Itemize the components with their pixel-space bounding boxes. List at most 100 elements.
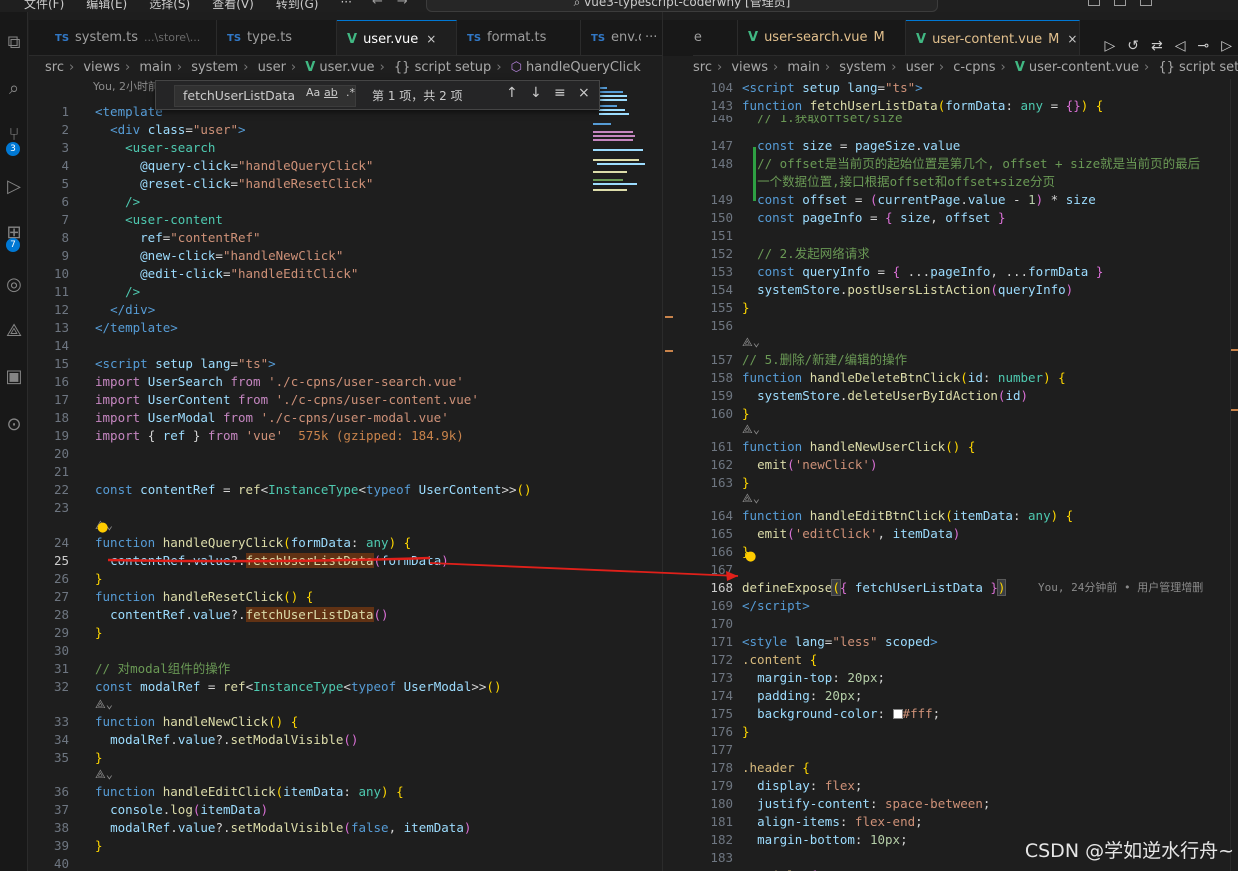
forward-arrow-icon[interactable]: → — [397, 0, 408, 9]
breadcrumb: src › views › main › system › user › c-cpns › … — [693, 57, 1238, 79]
compare-icon[interactable]: ⇄ — [1151, 38, 1163, 54]
previous-change-icon[interactable]: ◁ — [1175, 38, 1186, 54]
scrollbar-match-marker — [665, 316, 673, 318]
codelens-blame[interactable]: You, 2小时前 — [93, 78, 159, 96]
layout-sidebar-icon[interactable] — [1088, 0, 1100, 6]
breadcrumb-item[interactable]: system — [839, 60, 886, 75]
breadcrumb-item[interactable]: user — [258, 60, 286, 75]
timeline-icon[interactable]: ↺ — [1127, 38, 1139, 54]
chevron-right-icon: › — [290, 60, 297, 75]
ts-file-icon: TS — [227, 33, 242, 44]
breadcrumb-item[interactable]: {} script setup — [1158, 60, 1238, 75]
code-line: 177 — [710, 742, 733, 757]
scrollbar-track[interactable] — [1230, 79, 1238, 871]
tab-user-search-vue[interactable]: Vuser-search.vue M — [738, 20, 906, 55]
regex-toggle[interactable]: .* — [346, 86, 355, 99]
breadcrumb-item[interactable]: user.vue — [319, 60, 374, 75]
tab-format-ts[interactable]: TS format.ts — [457, 20, 581, 55]
code-line: 19 import { ref } from 'vue' 575k (gzippe… — [53, 428, 464, 443]
match-case-toggle[interactable]: Aa — [306, 86, 320, 99]
run-debug-icon[interactable]: ▷ — [0, 176, 28, 200]
whole-word-toggle[interactable]: ab — [324, 86, 338, 99]
editor-actions: ▷ ↺ ⇄ ◁ ⊸ ▷ — [1104, 28, 1232, 55]
code-line: 31// 对modal组件的操作 — [53, 661, 231, 676]
function-symbol-icon: ⬡ — [510, 60, 523, 75]
run-icon[interactable]: ▷ — [1104, 38, 1115, 54]
remote-icon[interactable]: ◎ — [0, 274, 28, 298]
code-line: 14 — [53, 338, 69, 353]
next-change-icon[interactable]: ▷ — [1221, 38, 1232, 54]
vue-codelens-icon[interactable]: ⟁⌄ — [742, 420, 760, 438]
close-icon[interactable]: × — [426, 32, 436, 46]
breadcrumb-item[interactable]: main — [787, 60, 819, 75]
code-line: 37 console.log(itemData) — [53, 802, 269, 817]
menu-bar: 文件(F) 编辑(E) 选择(S) 查看(V) 转到(G) ··· — [24, 0, 352, 12]
code-line: 174 padding: 20px; — [710, 688, 863, 703]
menu-go[interactable]: 转到(G) — [276, 0, 319, 12]
menu-selection[interactable]: 选择(S) — [149, 0, 190, 12]
command-center[interactable]: ⌕ vue3-typescript-coderwhy [管理员] — [426, 0, 938, 12]
vue-devtools-icon[interactable]: ⟁ — [0, 320, 28, 344]
color-swatch[interactable] — [892, 709, 903, 719]
explorer-icon[interactable]: ⧉ — [0, 32, 28, 56]
code-line: 184 .title { — [693, 867, 1238, 871]
search-view-icon[interactable]: ⌕ — [0, 78, 28, 102]
import-cost-hint: 575k (gzipped: 184.9k) — [298, 428, 464, 443]
breadcrumb-item[interactable]: system — [191, 60, 238, 75]
vue-codelens-icon[interactable]: ⟁⌄ — [95, 695, 113, 713]
activity-bar: ⧉ ⌕ ⑂ 3 ▷ ⊞ 7 ◎ ⟁ ▣ ⊙ — [0, 12, 28, 871]
layout-aux-icon[interactable] — [1140, 0, 1152, 6]
breadcrumb-item[interactable]: handleQueryClick — [526, 60, 641, 75]
code-line: 173 margin-top: 20px; — [710, 670, 886, 685]
layout-panel-icon[interactable] — [1114, 0, 1126, 6]
code-line: 39} — [53, 838, 103, 853]
breadcrumb-item[interactable]: c-cpns — [953, 60, 995, 75]
code-line: 30 — [53, 643, 69, 658]
breadcrumb-item[interactable]: {} script setup — [394, 60, 491, 75]
menu-file[interactable]: 文件(F) — [24, 0, 64, 12]
vue-codelens-icon[interactable]: ⟁⌄ — [95, 765, 113, 783]
breadcrumb-item[interactable]: src — [45, 60, 64, 75]
scrollbar-match-marker — [1231, 409, 1238, 411]
vue-codelens-icon[interactable]: ⟁⌄ — [742, 489, 760, 507]
previous-match-button[interactable]: ↑ — [506, 85, 518, 101]
code-line: 160} — [710, 406, 750, 421]
breadcrumb-item[interactable]: main — [139, 60, 171, 75]
back-arrow-icon[interactable]: ← — [372, 0, 383, 9]
docker-icon[interactable]: ▣ — [0, 366, 28, 390]
breadcrumb-item[interactable]: user-content.vue — [1029, 60, 1139, 75]
vue-codelens-icon[interactable]: ⟁⌄ — [742, 333, 760, 351]
lightbulb-icon[interactable]: ● — [745, 549, 756, 564]
tab-system-ts[interactable]: TS system.ts ...\store\... — [45, 20, 217, 55]
next-match-button[interactable]: ↓ — [530, 85, 542, 101]
tab-env-d[interactable]: TS env.d — [581, 20, 641, 55]
code-line: 149 const offset = (currentPage.value - … — [710, 192, 1096, 207]
tab-user-vue[interactable]: Vuser.vue × — [337, 20, 457, 55]
close-icon[interactable]: × — [1067, 32, 1077, 46]
breadcrumb-item[interactable]: user — [906, 60, 934, 75]
find-in-selection-button[interactable]: ≡ — [554, 85, 566, 101]
code-line: 26} — [53, 571, 103, 586]
tab-label: user-content.vue — [932, 32, 1043, 47]
tab-user-content-vue[interactable]: Vuser-content.vue M × — [906, 20, 1080, 55]
git-commit-icon[interactable]: ⊸ — [1197, 38, 1209, 54]
tab-overflow-button[interactable]: ··· — [641, 20, 662, 55]
tab-label: vue — [693, 30, 702, 45]
close-find-button[interactable]: × — [578, 85, 590, 101]
more-icon: ··· — [645, 30, 658, 45]
code-line: 9 @new-click="handleNewClick" — [61, 248, 344, 263]
menu-edit[interactable]: 编辑(E) — [86, 0, 127, 12]
menu-more[interactable]: ··· — [340, 0, 351, 12]
breadcrumb-item[interactable]: views — [731, 60, 768, 75]
breadcrumb-item[interactable]: src — [693, 60, 712, 75]
breadcrumb-item[interactable]: views — [83, 60, 120, 75]
tab-type-ts[interactable]: TS type.ts — [217, 20, 337, 55]
code-line: 104 <script setup lang="ts"> — [710, 80, 923, 95]
lightbulb-icon[interactable]: ● — [97, 520, 108, 535]
ts-file-icon: TS — [467, 33, 482, 44]
tab-overflow-left[interactable]: vue — [693, 20, 738, 55]
editor-splitter[interactable] — [662, 12, 694, 871]
chevron-right-icon: › — [938, 60, 945, 75]
menu-view[interactable]: 查看(V) — [212, 0, 254, 12]
git-graph-icon[interactable]: ⊙ — [0, 414, 28, 438]
